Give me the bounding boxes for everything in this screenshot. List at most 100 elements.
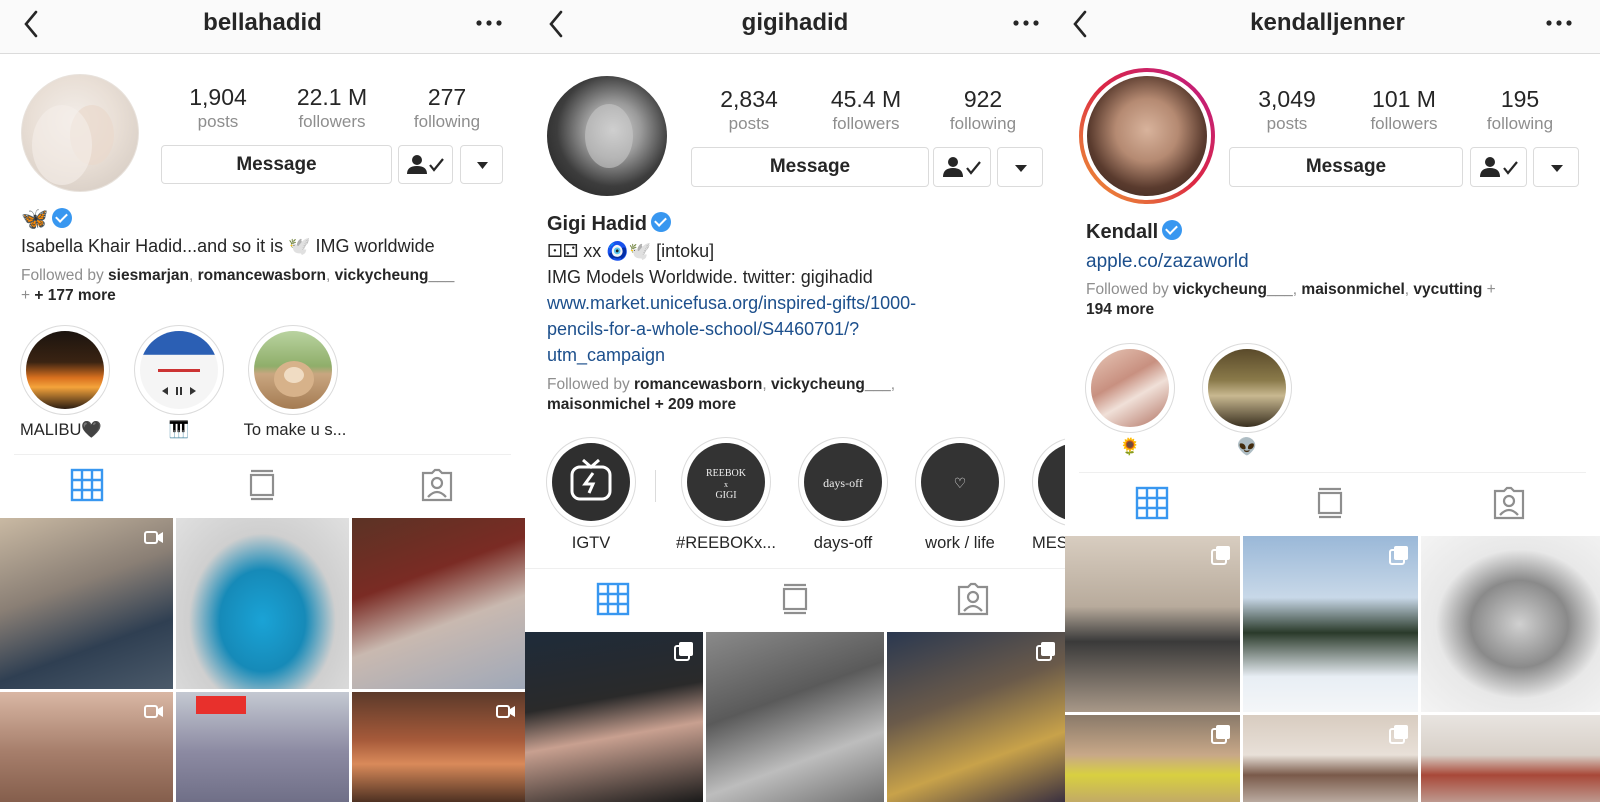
svg-text:♡: ♡: [954, 476, 967, 492]
following-toggle-button[interactable]: [933, 147, 991, 187]
tagged-icon[interactable]: [955, 581, 991, 617]
ellipsis-icon[interactable]: [1542, 10, 1576, 36]
website-link[interactable]: www.market.unicefusa.org/inspired-gifts/…: [547, 293, 916, 314]
followers-stat[interactable]: 22.1 M followers: [272, 84, 392, 132]
followed-by[interactable]: Followed by romancewasborn, vickycheung_…: [547, 375, 1047, 415]
post-thumbnail[interactable]: [1243, 715, 1418, 802]
avatar-photo: [32, 105, 114, 185]
followed-by[interactable]: Followed by vickycheung___, maisonmichel…: [1086, 280, 1586, 320]
follower-name[interactable]: maisonmichel: [547, 396, 650, 413]
post-thumbnail[interactable]: [887, 632, 1065, 802]
followed-by-more[interactable]: + 209 more: [655, 396, 736, 413]
followed-by-more[interactable]: + + 177 more: [21, 287, 116, 304]
website-link[interactable]: utm_campaign: [547, 345, 665, 366]
tagged-icon[interactable]: [419, 467, 455, 503]
follower-name[interactable]: siesmarjan: [108, 267, 189, 284]
followers-count: 45.4 M: [830, 86, 902, 112]
svg-text:REEBOK: REEBOK: [706, 468, 747, 479]
highlight-reebok[interactable]: REEBOK x GIGI: [681, 437, 771, 527]
grid-icon[interactable]: [595, 581, 631, 617]
avatar-story-ring[interactable]: [1079, 68, 1215, 204]
suggested-dropdown-button[interactable]: [460, 145, 503, 184]
highlight-alien[interactable]: [1202, 343, 1292, 433]
suggested-dropdown-button[interactable]: [1533, 147, 1579, 187]
dog-photo: [274, 361, 314, 397]
grid-icon[interactable]: [69, 467, 105, 503]
highlight-mes[interactable]: [1032, 437, 1065, 527]
follower-name[interactable]: vickycheung___: [1173, 281, 1293, 298]
post-thumbnail[interactable]: [1421, 536, 1600, 712]
highlight-work-life[interactable]: ♡: [915, 437, 1005, 527]
highlight-days-off[interactable]: days-off: [798, 437, 888, 527]
highlight-to-make-u-s[interactable]: [248, 325, 338, 415]
highlight-cover: [1038, 443, 1065, 521]
following-stat[interactable]: 922 following: [923, 86, 1043, 134]
highlight-label: days-off: [813, 534, 873, 552]
follower-name[interactable]: romancewasborn: [198, 267, 326, 284]
website-link[interactable]: pencils-for-a-whole-school/S4460701/?: [547, 319, 859, 340]
post-thumbnail[interactable]: [352, 692, 525, 802]
followers-stat[interactable]: 101 M followers: [1344, 86, 1464, 134]
message-button[interactable]: Message: [691, 147, 929, 187]
post-thumbnail[interactable]: [706, 632, 884, 802]
tagged-icon[interactable]: [1491, 485, 1527, 521]
ellipsis-icon[interactable]: [472, 10, 506, 36]
ellipsis-icon[interactable]: [1009, 10, 1043, 36]
message-button[interactable]: Message: [161, 145, 392, 184]
feed-icon[interactable]: [1312, 485, 1348, 521]
carousel-icon: [1389, 546, 1408, 565]
post-thumbnail[interactable]: [176, 692, 349, 802]
suggested-dropdown-button[interactable]: [997, 147, 1043, 187]
followed-by[interactable]: Followed by siesmarjan, romancewasborn, …: [21, 266, 511, 306]
website-link[interactable]: apple.co/zazaworld: [1086, 251, 1249, 273]
caret-down-icon: [1015, 165, 1027, 172]
posts-stat: 3,049 posts: [1227, 86, 1347, 134]
highlight-cover: [1208, 349, 1286, 427]
message-button[interactable]: Message: [1229, 147, 1463, 187]
post-thumbnail[interactable]: [176, 518, 349, 689]
profile-panel-bellahadid: bellahadid 1,904 posts 22.1 M followers 27…: [0, 0, 525, 802]
followed-by-more[interactable]: 194 more: [1086, 301, 1154, 318]
follower-name[interactable]: vycutting: [1413, 281, 1482, 298]
follower-name[interactable]: vickycheung___: [335, 267, 455, 284]
follower-name[interactable]: vickycheung___: [771, 376, 891, 393]
followed-by-prefix: Followed by: [547, 376, 635, 393]
avatar[interactable]: [547, 76, 667, 196]
following-toggle-button[interactable]: [1470, 147, 1527, 187]
profile-tabs: [14, 454, 511, 516]
feed-icon[interactable]: [777, 581, 813, 617]
profile-name: Gigi Hadid: [547, 212, 671, 236]
following-toggle-button[interactable]: [398, 145, 453, 184]
highlight-label: 🎹: [168, 421, 190, 439]
post-thumbnail[interactable]: [1065, 715, 1240, 802]
avatar[interactable]: [21, 74, 139, 192]
video-icon: [496, 705, 515, 718]
post-thumbnail[interactable]: [1243, 536, 1418, 712]
highlight-igtv[interactable]: [546, 437, 636, 527]
feed-icon[interactable]: [244, 467, 280, 503]
post-thumbnail[interactable]: [1065, 536, 1240, 712]
post-thumbnail[interactable]: [0, 692, 173, 802]
posts-label: posts: [728, 114, 770, 133]
highlight-divider: [655, 470, 656, 502]
following-label: following: [949, 114, 1017, 133]
post-thumbnail[interactable]: [352, 518, 525, 689]
following-stat[interactable]: 277 following: [387, 84, 507, 132]
profile-tabs: [1079, 472, 1586, 534]
grid-icon[interactable]: [1134, 485, 1170, 521]
highlight-sunflower[interactable]: [1085, 343, 1175, 433]
post-thumbnail[interactable]: [525, 632, 703, 802]
highlight-malibu[interactable]: [20, 325, 110, 415]
post-thumbnail[interactable]: [0, 518, 173, 689]
highlight-label: 🌻: [1119, 438, 1141, 456]
follower-name[interactable]: maisonmichel: [1301, 281, 1404, 298]
verified-badge-icon: [1162, 220, 1183, 240]
profile-name-text: Kendall: [1086, 221, 1159, 243]
highlight-piano[interactable]: [134, 325, 224, 415]
follower-name[interactable]: romancewasborn: [634, 376, 762, 393]
followers-stat[interactable]: 45.4 M followers: [806, 86, 926, 134]
carousel-icon: [1211, 546, 1230, 565]
following-stat[interactable]: 195 following: [1460, 86, 1580, 134]
profile-panel-kendalljenner: kendalljenner 3,049 posts 101 Mfollowers …: [1065, 0, 1600, 802]
post-thumbnail[interactable]: [1421, 715, 1600, 802]
